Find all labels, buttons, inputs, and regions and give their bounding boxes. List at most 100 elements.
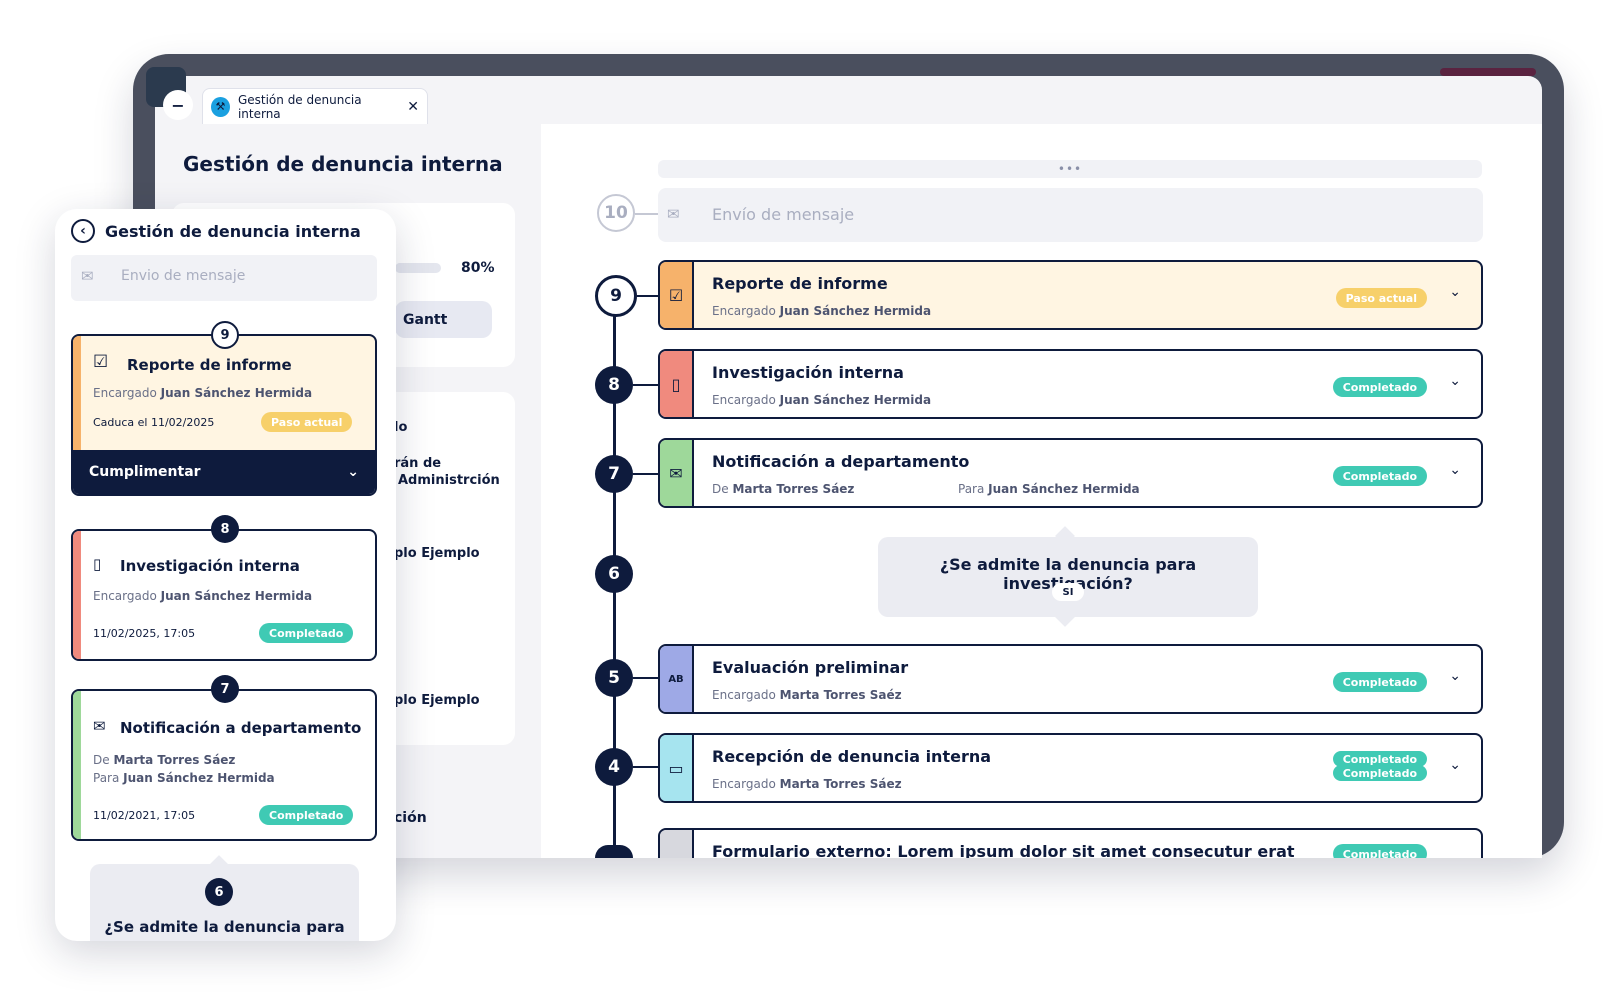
step-title: Evaluación preliminar [712,658,909,677]
checkbox-icon: ☑ [660,262,694,328]
minimize-button[interactable]: − [163,90,193,120]
card-sender: De Marta Torres Sáez [93,753,236,767]
step-assignee: Encargado Juan Sánchez Hermida [712,393,932,407]
gavel-icon: ⚒ [211,96,230,117]
chevron-down-icon[interactable]: ⌄ [1449,373,1461,389]
mobile-card-reporte[interactable]: ☑ Reporte de informe Encargado Juan Sánc… [71,334,377,496]
status-badge: Completado [1332,765,1427,781]
tab-label: Gestión de denuncia interna [237,92,362,121]
progress-bar [395,263,441,273]
envelope-icon: ✉ [81,267,94,285]
detail-text: Administrción [398,473,500,488]
card-title: Investigación interna [120,557,300,575]
status-badge: Completado [259,805,354,825]
status-badge: Completado [1332,844,1427,858]
chevron-down-icon[interactable]: ⌄ [1449,668,1461,684]
step-title: Recepción de denuncia interna [712,747,992,766]
step-reporte-informe[interactable]: ☑ Reporte de informe Encargado Juan Sánc… [658,260,1483,330]
status-badge: Completado [259,623,354,643]
step-title: Formulario externo: Lorem ipsum dolor si… [712,842,1295,858]
detail-text: plo Ejemplo [394,693,480,708]
step-title: Reporte de informe [712,274,888,293]
status-badge: Completado [1332,377,1427,397]
mobile-title: Gestión de denuncia interna [105,221,361,241]
connector [635,213,658,215]
traffic-light-icon: ▯ [660,351,694,417]
step-node-4: 4 [595,748,633,786]
back-header[interactable]: ‹ Gestión de denuncia interna [71,219,361,243]
step-assignee: Encargado Juan Sánchez Hermida [712,304,932,318]
status-stripe [73,531,81,659]
button-label: Cumplimentar [89,464,201,480]
card-title: Reporte de informe [127,356,292,374]
card-date: 11/02/2025, 17:05 [93,627,196,640]
connector [637,295,658,297]
checkbox-icon: ☑ [93,352,109,372]
bezel-accent [1440,68,1536,76]
close-icon[interactable]: ✕ [407,99,419,115]
chevron-down-icon[interactable]: ⌄ [1449,284,1461,300]
step-node-8: 8 [595,366,633,404]
detail-text: plo Ejemplo [394,546,480,561]
status-stripe [73,336,81,450]
mobile-node-6: 6 [205,878,233,906]
mobile-node-8: 8 [211,515,239,543]
message-field[interactable]: ✉ Envio de mensaje [71,255,377,301]
tab-gestion-denuncia[interactable]: ⚒ Gestión de denuncia interna ✕ [202,88,428,124]
mobile-card-investigacion[interactable]: ▯ Investigación interna Encargado Juan S… [71,529,377,661]
detail-text: rán de [394,456,442,471]
connector [633,766,658,768]
page-title: Gestión de denuncia interna [183,152,503,176]
step-node-9: 9 [595,275,637,317]
card-assignee: Encargado Juan Sánchez Hermida [93,386,313,400]
step-notificacion-departamento[interactable]: ✉ Notificación a departamento De Marta T… [658,438,1483,508]
card-assignee: Encargado Juan Sánchez Hermida [93,589,313,603]
chevron-down-icon: ⌄ [347,464,359,480]
form-icon [660,830,694,858]
step-recepcion-denuncia[interactable]: ▭ Recepción de denuncia interna Encargad… [658,733,1483,803]
card-date: Caduca el 11/02/2025 [93,416,215,429]
more-handle[interactable]: ••• [658,160,1482,178]
envelope-icon: ✉ [667,205,680,223]
mobile-view: ‹ Gestión de denuncia interna ✉ Envio de… [55,209,396,941]
step-title: Envío de mensaje [712,205,855,224]
step-formulario-externo[interactable]: Formulario externo: Lorem ipsum dolor si… [658,828,1483,858]
step-assignee: Encargado Marta Torres Sáez [712,777,902,791]
status-badge: Paso actual [261,412,353,432]
status-stripe [73,691,81,839]
mobile-decision-question: ¿Se admite la denuncia para [104,918,345,936]
progress-value: 80% [461,260,495,276]
envelope-icon: ✉ [660,440,694,506]
decision-answer: SI [1052,583,1084,601]
status-badge: Completado [1332,466,1427,486]
message-placeholder: Envio de mensaje [121,268,246,284]
connector [633,473,658,475]
step-sender: De Marta Torres Sáez [712,482,855,496]
back-arrow-icon[interactable]: ‹ [71,219,95,243]
cumplimentar-button[interactable]: Cumplimentar ⌄ [73,450,375,494]
envelope-icon: ✉ [93,717,106,735]
minus-icon: − [171,95,185,115]
step-investigacion-interna[interactable]: ▯ Investigación interna Encargado Juan S… [658,349,1483,419]
traffic-light-icon: ▯ [93,555,102,573]
mobile-node-7: 7 [211,675,239,703]
gantt-label: Gantt [403,311,448,328]
card-date: 11/02/2021, 17:05 [93,809,196,822]
step-recipient: Para Juan Sánchez Hermida [958,482,1140,496]
step-assignee: Encargado Marta Torres Saéz [712,688,902,702]
step-node-6: 6 [595,555,633,593]
status-badge: Paso actual [1335,288,1427,308]
step-evaluacion-preliminar[interactable]: AB Evaluación preliminar Encargado Marta… [658,644,1483,714]
mobile-card-notificacion[interactable]: ✉ Notificación a departamento De Marta T… [71,689,377,841]
progress-fill [395,263,432,273]
step-node-10: 10 [597,194,635,232]
step-node-5: 5 [595,659,633,697]
ab-card-icon: AB [660,646,694,712]
ticket-icon: ▭ [660,735,694,801]
gantt-button[interactable]: Gantt [395,301,492,338]
card-recipient: Para Juan Sánchez Hermida [93,771,275,785]
chevron-down-icon[interactable]: ⌄ [1449,462,1461,478]
more-icon: ••• [1057,162,1083,176]
chevron-down-icon[interactable]: ⌄ [1449,757,1461,773]
step-title: Notificación a departamento [712,452,970,471]
